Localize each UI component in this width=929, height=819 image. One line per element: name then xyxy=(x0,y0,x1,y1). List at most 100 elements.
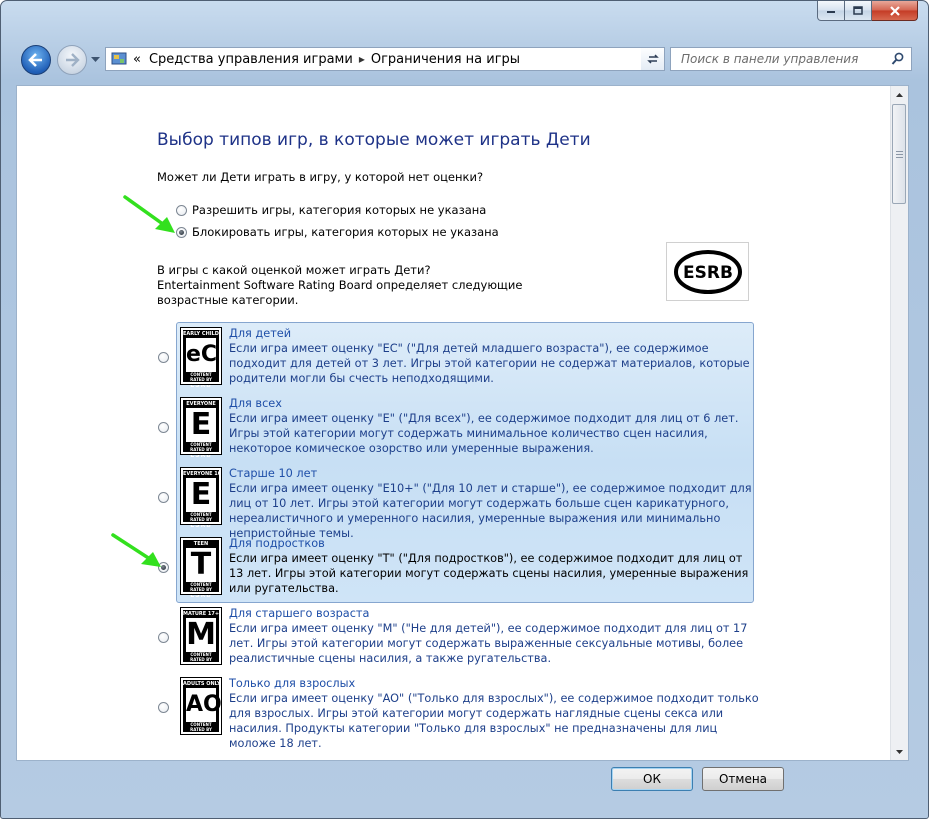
badge-letter: E xyxy=(186,478,216,512)
scroll-down-arrow-icon xyxy=(896,749,903,754)
refresh-icon xyxy=(646,54,659,64)
search-input[interactable] xyxy=(679,51,893,67)
close-icon xyxy=(889,5,900,16)
page-title: Выбор типов игр, в которые может играть … xyxy=(157,130,591,150)
scrollbar-grip-icon xyxy=(896,151,903,160)
rating-radio-adults-only[interactable] xyxy=(158,702,169,713)
unrated-question: Может ли Дети играть в игру, у которой н… xyxy=(157,170,484,184)
back-button[interactable] xyxy=(21,45,51,75)
badge-bottom-text: CONTENT RATED BY xyxy=(190,722,212,732)
rating-radio-everyone[interactable] xyxy=(158,422,169,433)
esrb-logo: ESRB xyxy=(666,242,749,301)
badge-letter: AO xyxy=(186,688,222,722)
esrb-logo-icon: ESRB xyxy=(673,249,742,294)
forward-button[interactable] xyxy=(57,45,87,75)
rating-text: Для подростков Если игра имеет оценку "T… xyxy=(229,536,759,596)
rating-radio-early-childhood[interactable] xyxy=(158,352,169,363)
allow-unrated-label[interactable]: Разрешить игры, категория которых не ука… xyxy=(192,203,486,217)
rating-description: Если игра имеет оценку "AO" ("Только для… xyxy=(229,692,759,750)
recent-pages-button[interactable] xyxy=(89,53,101,67)
rating-radio-mature[interactable] xyxy=(158,632,169,643)
refresh-button[interactable] xyxy=(641,47,665,71)
window: « Средства управления играми ▸ Ограничен… xyxy=(0,0,929,819)
badge-bottom-text: CONTENT RATED BY xyxy=(190,372,212,382)
badge-letter: E xyxy=(186,408,216,442)
block-unrated-option[interactable]: Блокировать игры, категория которых не у… xyxy=(176,225,499,239)
block-unrated-label[interactable]: Блокировать игры, категория которых не у… xyxy=(192,225,499,239)
scroll-up-button[interactable] xyxy=(891,86,908,103)
vertical-scrollbar[interactable] xyxy=(890,86,908,760)
rating-title[interactable]: Старше 10 лет xyxy=(229,466,759,481)
rating-title[interactable]: Для детей xyxy=(229,326,759,341)
rating-row-adults-only[interactable]: ADULTS ONLY 18+ AO CONTENT RATED BY ESRB… xyxy=(157,676,759,750)
cancel-button[interactable]: Отмена xyxy=(702,767,784,791)
esrb-e10-badge-icon: EVERYONE 10+ E CONTENT RATED BY ESRB xyxy=(180,467,222,529)
badge-org-text: ESRB xyxy=(190,592,212,599)
rating-row-everyone[interactable]: EVERYONE E CONTENT RATED BY ESRB Для все… xyxy=(157,396,757,466)
rating-text: Старше 10 лет Если игра имеет оценку "E1… xyxy=(229,466,759,541)
rating-description: Если игра имеет оценку "E" ("Для всех"),… xyxy=(229,412,739,455)
breadcrumb-item-game-restrictions[interactable]: Ограничения на игры xyxy=(371,52,520,67)
svg-text:ESRB: ESRB xyxy=(683,263,733,283)
search-icon[interactable] xyxy=(891,52,905,66)
rating-title[interactable]: Для подростков xyxy=(229,536,759,551)
close-button[interactable] xyxy=(872,1,918,21)
rating-text: Для старшего возраста Если игра имеет оц… xyxy=(229,606,759,666)
badge-letter: T xyxy=(186,548,216,582)
badge-bottom-text: CONTENT RATED BY xyxy=(190,442,212,452)
rating-row-teen[interactable]: TEEN T CONTENT RATED BY ESRB Для подрост… xyxy=(157,536,757,606)
address-bar[interactable]: « Средства управления играми ▸ Ограничен… xyxy=(105,47,731,71)
esrb-ec-badge-icon: EARLY CHILDHOOD eC CONTENT RATED BY ESRB xyxy=(180,327,222,389)
maximize-button[interactable] xyxy=(845,1,872,21)
chevron-down-icon xyxy=(90,57,100,62)
breadcrumb-prefix[interactable]: « xyxy=(133,52,141,67)
badge-bottom-text: CONTENT RATED BY xyxy=(190,512,212,522)
caption-buttons xyxy=(817,1,918,21)
minimize-icon xyxy=(827,10,835,13)
badge-letter: M xyxy=(186,617,216,652)
esrb-e-badge-icon: EVERYONE E CONTENT RATED BY ESRB xyxy=(180,397,222,459)
rating-text: Для всех Если игра имеет оценку "E" ("Дл… xyxy=(229,396,759,456)
rating-radio-everyone-10[interactable] xyxy=(158,492,169,503)
breadcrumb-separator[interactable]: ▸ xyxy=(359,52,365,66)
rating-title[interactable]: Для всех xyxy=(229,396,759,411)
search-box[interactable] xyxy=(670,47,912,71)
maximize-icon xyxy=(853,6,863,15)
control-panel-icon xyxy=(111,52,127,65)
badge-bottom-text: CONTENT RATED BY xyxy=(190,582,212,592)
esrb-m-badge-icon: MATURE 17+ M CONTENT RATED BY ESRB xyxy=(180,607,222,669)
rating-text: Только для взрослых Если игра имеет оцен… xyxy=(229,676,759,751)
rating-row-everyone-10[interactable]: EVERYONE 10+ E CONTENT RATED BY ESRB Ста… xyxy=(157,466,757,540)
ok-button[interactable]: ОК xyxy=(611,767,693,791)
allow-unrated-option[interactable]: Разрешить игры, категория которых не ука… xyxy=(176,203,486,217)
badge-org-text: ESRB xyxy=(190,662,212,669)
forward-arrow-icon xyxy=(66,53,80,67)
rating-row-mature[interactable]: MATURE 17+ M CONTENT RATED BY ESRB Для с… xyxy=(157,606,757,676)
rating-text: Для детей Если игра имеет оценку "EC" ("… xyxy=(229,326,759,386)
rating-row-early-childhood[interactable]: EARLY CHILDHOOD eC CONTENT RATED BY ESRB… xyxy=(157,326,757,396)
rating-description: Если игра имеет оценку "E10+" ("Для 10 л… xyxy=(229,482,752,540)
badge-org-text: ESRB xyxy=(190,522,212,529)
rating-title[interactable]: Для старшего возраста xyxy=(229,606,759,621)
badge-org-text: ESRB xyxy=(190,382,212,389)
esrb-t-badge-icon: TEEN T CONTENT RATED BY ESRB xyxy=(180,537,222,599)
scroll-up-arrow-icon xyxy=(896,92,903,97)
rating-description: Если игра имеет оценку "M" ("Не для дете… xyxy=(229,622,748,665)
rating-title[interactable]: Только для взрослых xyxy=(229,676,759,691)
annotation-arrow-icon xyxy=(123,195,175,233)
navigation-bar: « Средства управления играми ▸ Ограничен… xyxy=(9,41,922,81)
esrb-ao-badge-icon: ADULTS ONLY 18+ AO CONTENT RATED BY ESRB xyxy=(180,677,222,739)
scrollbar-thumb[interactable] xyxy=(892,104,906,204)
rating-description: Если игра имеет оценку "T" ("Для подрост… xyxy=(229,552,749,595)
scroll-down-button[interactable] xyxy=(891,743,908,760)
badge-top-text: EARLY CHILDHOOD xyxy=(183,331,219,337)
minimize-button[interactable] xyxy=(817,1,845,21)
content-pane: Выбор типов игр, в которые может играть … xyxy=(16,85,909,761)
badge-org-text: ESRB xyxy=(190,452,212,459)
badge-bottom-text: CONTENT RATED BY xyxy=(190,652,212,662)
rating-description: Если игра имеет оценку "EC" ("Для детей … xyxy=(229,342,750,385)
badge-letter: eC xyxy=(186,338,217,372)
breadcrumb-item-game-controls[interactable]: Средства управления играми xyxy=(149,52,353,67)
badge-top-text: ADULTS ONLY 18+ xyxy=(183,681,219,687)
annotation-arrow-icon xyxy=(111,533,161,567)
